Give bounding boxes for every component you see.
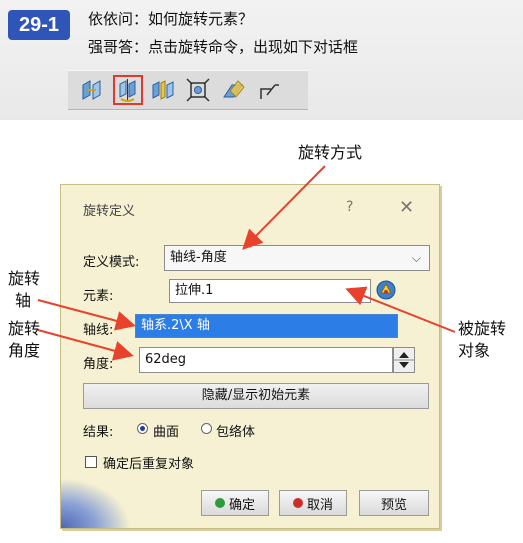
preview-label: 预览	[380, 497, 407, 513]
preview-button[interactable]: 预览	[359, 490, 429, 516]
result-surface-label: 曲面	[153, 425, 180, 440]
result-surface-radio[interactable]	[137, 423, 148, 434]
angle-field[interactable]: 62deg	[139, 347, 393, 373]
spin-up-icon	[399, 352, 409, 358]
element-value: 拉伸.1	[175, 283, 214, 298]
rotate-button[interactable]	[113, 75, 143, 105]
element-field[interactable]: 拉伸.1	[169, 279, 371, 303]
annotation-rotation-mode: 旋转方式	[298, 143, 363, 162]
help-button[interactable]: ?	[346, 199, 353, 215]
result-volume-radio[interactable]	[201, 423, 212, 434]
rotate-definition-dialog: 旋转定义 ? ✕ 定义模式: 轴线-角度 ⌵ 元素: 拉伸.1 轴线: 轴系.2…	[60, 184, 440, 529]
axis-to-axis-icon	[260, 84, 279, 99]
element-selector-icon	[376, 280, 396, 300]
rotate-icon	[119, 79, 136, 102]
angle-label: 角度:	[83, 357, 114, 372]
affinity-icon	[223, 80, 245, 98]
translate-button[interactable]	[78, 75, 108, 105]
result-volume-label: 包络体	[216, 425, 256, 440]
cancel-label: 取消	[306, 497, 333, 513]
axis-to-axis-button[interactable]	[253, 75, 283, 105]
answer-text: 强哥答：点击旋转命令，出现如下对话框	[88, 38, 359, 56]
dialog-titlebar[interactable]: 旋转定义 ? ✕	[61, 185, 439, 229]
dialog-title: 旋转定义	[83, 204, 136, 219]
cancel-button[interactable]: 取消	[279, 490, 347, 516]
chevron-down-icon: ⌵	[411, 251, 421, 265]
repeat-object-checkbox[interactable]	[85, 456, 97, 468]
ok-icon	[214, 498, 225, 508]
annotation-rotated-object-2: 对象	[458, 341, 491, 360]
scale-button[interactable]	[183, 75, 213, 105]
axis-value: 轴系.2\X 轴	[141, 318, 210, 333]
ok-button[interactable]: 确定	[201, 490, 269, 516]
result-label: 结果:	[83, 425, 114, 440]
affinity-button[interactable]	[218, 75, 248, 105]
definition-mode-label: 定义模式:	[83, 255, 140, 270]
element-selector-button[interactable]	[374, 278, 398, 302]
symmetry-button[interactable]	[148, 75, 178, 105]
show-hide-initial-element-button[interactable]: 隐藏/显示初始元素	[83, 383, 429, 409]
symmetry-icon	[152, 80, 174, 100]
annotation-rotated-object-1: 被旋转	[458, 319, 507, 338]
question-text: 依依问：如何旋转元素？	[88, 10, 254, 28]
translate-icon	[82, 80, 101, 100]
angle-spinner[interactable]	[393, 347, 415, 373]
transform-toolbar	[68, 70, 308, 110]
axis-label: 轴线:	[83, 323, 114, 338]
repeat-object-label: 确定后重复对象	[103, 457, 195, 472]
definition-mode-value: 轴线-角度	[170, 250, 227, 265]
annotation-rotation-angle-1: 旋转	[8, 319, 41, 338]
element-label: 元素:	[83, 289, 114, 304]
definition-mode-select[interactable]: 轴线-角度 ⌵	[164, 245, 430, 271]
spin-down-icon	[399, 362, 409, 368]
close-button[interactable]: ✕	[399, 197, 414, 218]
chapter-badge: 29-1	[8, 10, 70, 40]
corner-decoration	[61, 478, 131, 528]
annotation-rotation-axis-2: 轴	[15, 291, 32, 310]
scale-icon	[186, 78, 210, 102]
angle-value: 62deg	[145, 352, 187, 367]
cancel-icon	[292, 498, 303, 508]
ok-label: 确定	[228, 497, 255, 513]
annotation-rotation-axis-1: 旋转	[8, 269, 41, 288]
annotation-rotation-angle-2: 角度	[8, 341, 41, 360]
axis-field[interactable]: 轴系.2\X 轴	[135, 314, 398, 338]
